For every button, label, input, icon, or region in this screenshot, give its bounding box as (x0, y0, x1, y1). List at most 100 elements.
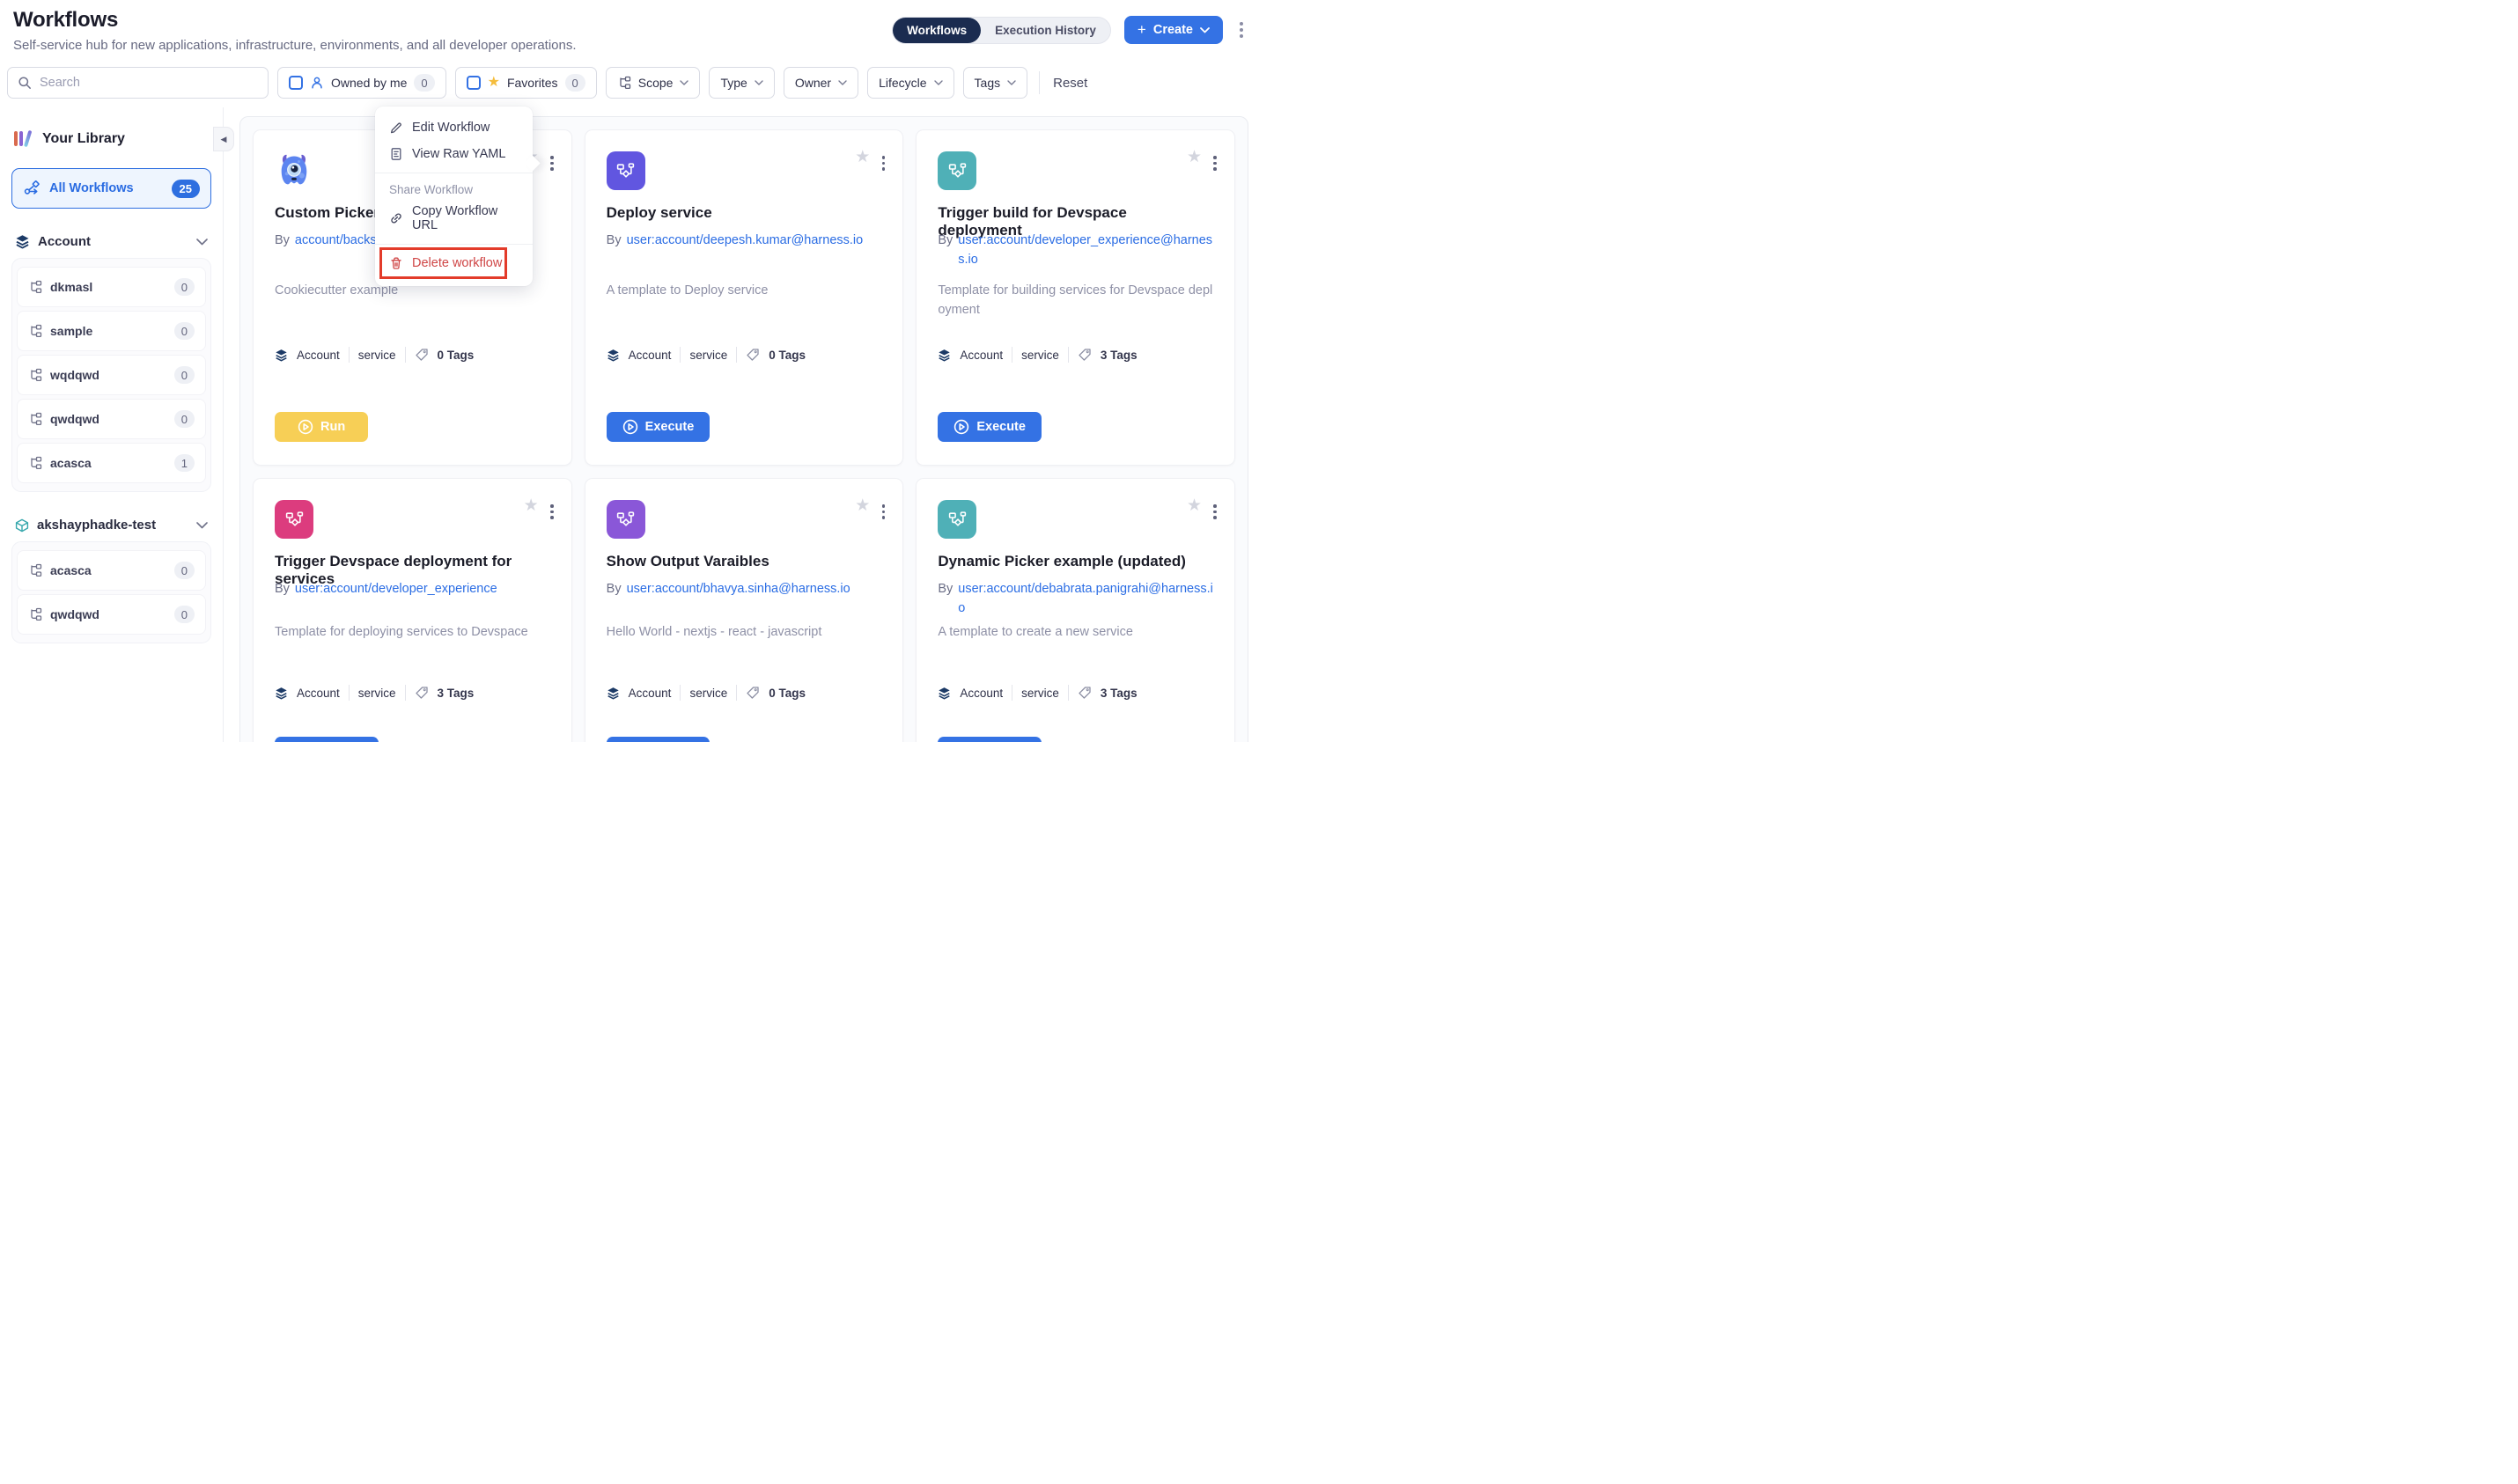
chevron-down-icon (680, 80, 688, 85)
star-icon: ★ (488, 76, 500, 90)
count-badge: 0 (174, 562, 195, 579)
hierarchy-icon (28, 280, 42, 294)
owner-link[interactable]: account/backs (295, 231, 377, 251)
card-kebab-menu-icon[interactable] (879, 501, 889, 523)
document-icon (389, 147, 403, 161)
page-kebab-menu-icon[interactable] (1236, 18, 1247, 41)
sidebar-collapse-button[interactable]: ◀ (213, 127, 234, 151)
owner-link[interactable]: user:account/debabrata.panigrahi@harness… (958, 580, 1217, 619)
chevron-down-icon (934, 80, 943, 85)
favorite-star-icon[interactable]: ★ (524, 497, 539, 514)
owner-link[interactable]: user:account/bhavya.sinha@harness.io (627, 580, 850, 599)
card-owner-line: By user:account/developer_experience@har… (938, 231, 1217, 270)
execute-button[interactable]: Execute (607, 412, 710, 442)
card-kebab-menu-icon[interactable] (547, 152, 557, 174)
menu-item-edit-workflow[interactable]: Edit Workflow (375, 114, 533, 141)
header-actions: Workflows Execution History + Create (892, 16, 1247, 44)
chevron-down-icon (838, 80, 847, 85)
workflow-route-icon (23, 180, 40, 197)
menu-item-delete-workflow[interactable]: Delete workflow (375, 250, 533, 276)
tag-icon (1078, 686, 1092, 700)
favorites-label: Favorites (507, 76, 558, 90)
favorite-star-icon[interactable]: ★ (1187, 497, 1202, 514)
execute-button[interactable]: Execute (938, 412, 1042, 442)
card-type: service (1021, 687, 1059, 700)
workflow-card-dynamic-picker[interactable]: ★ Dynamic Picker example (updated) By us… (916, 478, 1235, 742)
card-footer: Account service 3 Tags (938, 347, 1137, 363)
card-scope: Account (629, 349, 672, 362)
card-kebab-menu-icon[interactable] (879, 152, 889, 174)
hierarchy-icon (28, 368, 42, 382)
account-group-items: dkmasl 0 sample 0 wqdqwd 0 qwdqwd 0 acas… (11, 258, 211, 492)
card-kebab-menu-icon[interactable] (1210, 501, 1220, 523)
filter-bar: Search Owned by me 0 ★ Favorites 0 Scope… (7, 67, 1252, 99)
workflow-card-show-output-variables[interactable]: ★ Show Output Varaibles By user:account/… (585, 478, 904, 742)
all-workflows-label: All Workflows (49, 181, 163, 195)
tag-icon (415, 686, 429, 700)
card-owner-line: By user:account/deepesh.kumar@harness.io (607, 231, 886, 251)
menu-section-share: Share Workflow (375, 179, 533, 198)
execute-button[interactable]: Execute (938, 737, 1042, 742)
workflow-card-trigger-devspace[interactable]: ★ Trigger Devspace deployment for servic… (253, 478, 572, 742)
card-kebab-menu-icon[interactable] (1210, 152, 1220, 174)
card-type: service (689, 349, 727, 362)
sidebar-item-acasca-2[interactable]: acasca 0 (17, 550, 206, 591)
workflow-card-deploy-service[interactable]: ★ Deploy service By user:account/deepesh… (585, 129, 904, 466)
execute-button[interactable]: Execute (607, 737, 710, 742)
sidebar-item-acasca[interactable]: acasca 1 (17, 443, 206, 483)
sidebar-group-akshayphadke-test[interactable]: akshayphadke-test (0, 518, 223, 533)
favorite-star-icon[interactable]: ★ (855, 149, 870, 165)
tab-workflows[interactable]: Workflows (893, 18, 981, 43)
menu-item-view-raw-yaml[interactable]: View Raw YAML (375, 141, 533, 167)
favorite-star-icon[interactable]: ★ (855, 497, 870, 514)
card-footer: Account service 0 Tags (607, 685, 806, 701)
favorites-filter[interactable]: ★ Favorites 0 (455, 67, 597, 99)
layers-icon (607, 687, 620, 700)
card-owner-line: By user:account/bhavya.sinha@harness.io (607, 580, 886, 599)
favorites-checkbox[interactable] (467, 76, 481, 90)
sidebar-item-all-workflows[interactable]: All Workflows 25 (11, 168, 211, 209)
library-icon (13, 129, 33, 148)
favorite-star-icon[interactable]: ★ (1187, 149, 1202, 165)
tab-execution-history[interactable]: Execution History (981, 18, 1110, 43)
library-header: Your Library (0, 107, 223, 148)
scope-dropdown[interactable]: Scope (606, 67, 701, 99)
layers-icon (938, 349, 951, 362)
play-circle-icon (953, 419, 969, 435)
create-button[interactable]: + Create (1124, 16, 1223, 44)
workflow-card-trigger-build[interactable]: ★ Trigger build for Devspace deployment … (916, 129, 1235, 466)
search-input[interactable]: Search (7, 67, 269, 99)
workflow-icon (607, 500, 645, 539)
filter-divider (1039, 71, 1040, 94)
lifecycle-dropdown[interactable]: Lifecycle (867, 67, 953, 99)
count-badge: 0 (174, 322, 195, 340)
sidebar-item-qwdqwd-2[interactable]: qwdqwd 0 (17, 594, 206, 635)
sidebar-item-sample[interactable]: sample 0 (17, 311, 206, 351)
menu-item-copy-workflow-url[interactable]: Copy Workflow URL (375, 198, 533, 239)
pencil-icon (389, 121, 403, 135)
sidebar-item-qwdqwd[interactable]: qwdqwd 0 (17, 399, 206, 439)
tags-dropdown[interactable]: Tags (963, 67, 1028, 99)
cube-icon (15, 518, 29, 533)
card-description: A template to Deploy service (607, 282, 882, 301)
owned-by-me-filter[interactable]: Owned by me 0 (277, 67, 446, 99)
favorites-count: 0 (565, 74, 585, 92)
sidebar-item-dkmasl[interactable]: dkmasl 0 (17, 267, 206, 307)
sidebar-item-wqdqwd[interactable]: wqdqwd 0 (17, 355, 206, 395)
execute-button[interactable]: Execute (275, 737, 379, 742)
card-kebab-menu-icon[interactable] (547, 501, 557, 523)
owner-link[interactable]: user:account/developer_experience (295, 580, 497, 599)
type-dropdown[interactable]: Type (709, 67, 774, 99)
card-title: Deploy service (607, 204, 882, 222)
owner-dropdown[interactable]: Owner (784, 67, 858, 99)
reset-filters-button[interactable]: Reset (1053, 76, 1087, 91)
sidebar-group-account[interactable]: Account (0, 234, 223, 249)
layers-icon (938, 687, 951, 700)
akshayphadke-test-group-items: acasca 0 qwdqwd 0 (11, 541, 211, 643)
owner-link[interactable]: user:account/deepesh.kumar@harness.io (627, 231, 864, 251)
run-button[interactable]: Run (275, 412, 368, 442)
owned-by-me-checkbox[interactable] (289, 76, 303, 90)
card-owner-line: By user:account/developer_experience (275, 580, 554, 599)
owner-link[interactable]: user:account/developer_experience@harnes… (958, 231, 1217, 270)
tag-icon (415, 348, 429, 362)
